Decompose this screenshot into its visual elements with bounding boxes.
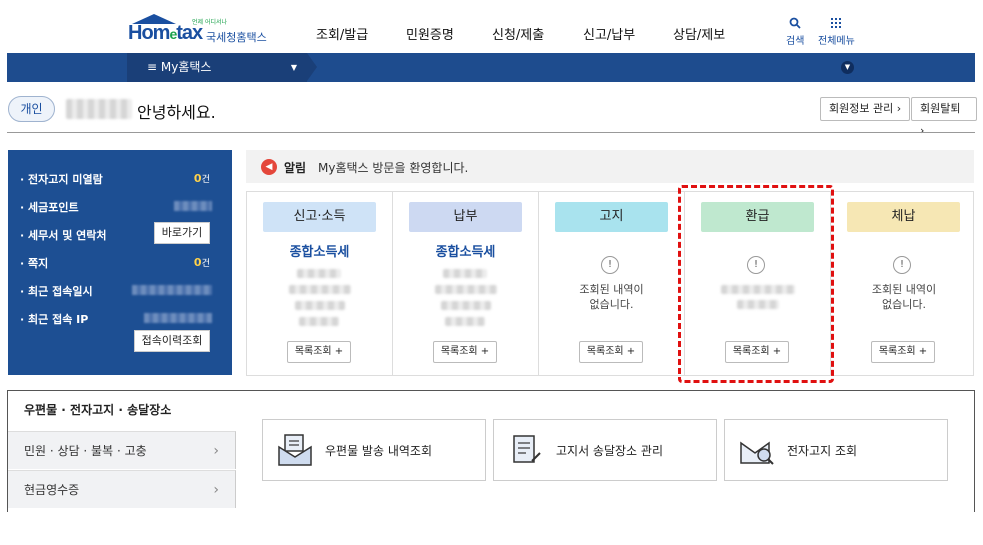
- user-type-badge: 개인: [8, 96, 55, 122]
- member-info-button[interactable]: 회원정보 관리 ›: [820, 97, 911, 121]
- unread-count[interactable]: 0건: [194, 171, 210, 185]
- card-title: 납부: [409, 202, 522, 232]
- card-title: 신고·소득: [263, 202, 376, 232]
- logo-brand-e: e: [169, 26, 177, 42]
- envelope-doc-icon: [277, 433, 313, 467]
- memo-count-value: 0: [193, 256, 202, 269]
- grid-icon: [818, 17, 855, 32]
- service-electronic-notice[interactable]: 전자고지 조회: [724, 419, 948, 481]
- side-menu-civil[interactable]: 민원 · 상담 · 불복 · 고충 ›: [8, 431, 236, 469]
- divider: [7, 132, 975, 133]
- notice-label: 알림: [284, 161, 307, 175]
- redacted-line: [299, 317, 339, 326]
- card-tax-name[interactable]: 종합소득세: [393, 241, 538, 260]
- redacted-line: [297, 269, 341, 278]
- info-icon: !: [893, 256, 911, 274]
- caret-down-icon: ▼: [290, 63, 297, 72]
- list-view-button[interactable]: 목록조회 +: [433, 341, 497, 363]
- menu-report-pay[interactable]: 신고/납부: [583, 24, 635, 43]
- search-icon: [786, 17, 804, 32]
- hometax-logo[interactable]: 언제 어디서나 Hometax 국세청홈택스: [128, 14, 268, 50]
- menu-inquiry-issue[interactable]: 조회/발급: [316, 24, 368, 43]
- redacted-line: [443, 269, 487, 278]
- card-tax-name[interactable]: 종합소득세: [247, 241, 392, 260]
- notice-message: My홈택스 방문을 환영합니다.: [318, 161, 469, 175]
- redacted-line: [441, 301, 491, 310]
- document-pen-icon: [508, 433, 544, 467]
- mail-notice-section: 우편물 · 전자고지 · 송달장소 민원 · 상담 · 불복 · 고충 › 현금…: [7, 390, 975, 512]
- breadcrumb-arrow: [307, 53, 317, 81]
- redacted-line: [295, 301, 345, 310]
- service-delivery-address[interactable]: 고지서 송달장소 관리: [493, 419, 717, 481]
- all-menu-label: 전체메뉴: [818, 36, 855, 47]
- side-menu-cash-receipt[interactable]: 현금영수증 ›: [8, 470, 236, 508]
- search-button[interactable]: 검색: [786, 17, 804, 47]
- tax-agent-label: 세무서 및 연락처: [20, 227, 107, 243]
- greeting-text: 안녕하세요.: [137, 103, 216, 122]
- my-hometax-dropdown[interactable]: ≡ My홈택스 ▼: [127, 53, 307, 82]
- chevron-right-icon: ›: [213, 482, 219, 498]
- user-info-panel: 전자고지 미열람 0건 세금포인트 세무서 및 연락처 바로가기 쪽지 0건 최…: [8, 150, 232, 375]
- shortcut-button[interactable]: 바로가기: [154, 222, 210, 244]
- access-history-button[interactable]: 접속이력조회: [134, 330, 210, 352]
- speaker-icon: ◀: [261, 159, 277, 175]
- redacted-line: [445, 317, 485, 326]
- empty-message: 조회된 내역이 없습니다.: [579, 283, 644, 311]
- service-mail-history[interactable]: 우편물 발송 내역조회: [262, 419, 486, 481]
- tax-points-redacted: [174, 201, 212, 211]
- empty-message: 조회된 내역이 없습니다.: [871, 283, 937, 311]
- service-label: 고지서 송달장소 관리: [556, 444, 663, 458]
- menu-apply-submit[interactable]: 신청/제출: [492, 24, 544, 43]
- unread-label: 전자고지 미열람: [20, 171, 103, 187]
- card-notice: 고지 ! 조회된 내역이 없습니다. 목록조회 +: [539, 192, 685, 375]
- chevron-down-icon[interactable]: ▼: [841, 61, 854, 74]
- chevron-right-icon: ›: [213, 443, 219, 459]
- service-label: 전자고지 조회: [787, 444, 858, 458]
- menu-consult-report[interactable]: 상담/제보: [673, 24, 725, 43]
- card-title: 체납: [847, 202, 960, 232]
- all-menu-button[interactable]: 전체메뉴: [818, 17, 855, 47]
- side-menu-label: 민원 · 상담 · 불복 · 고충: [24, 444, 147, 458]
- side-menu-label: 현금영수증: [24, 483, 80, 497]
- list-view-button[interactable]: 목록조회 +: [871, 341, 935, 363]
- last-login-label: 최근 접속일시: [20, 283, 93, 299]
- refund-highlight-box: [678, 185, 834, 383]
- tab-mail-notice[interactable]: 우편물 · 전자고지 · 송달장소: [8, 391, 236, 429]
- unread-count-unit: 건: [201, 174, 210, 185]
- menu-civil-certificate[interactable]: 민원증명: [406, 24, 454, 43]
- redacted-line: [435, 285, 497, 294]
- card-arrears: 체납 ! 조회된 내역이 없습니다. 목록조회 +: [831, 192, 977, 375]
- list-view-button[interactable]: 목록조회 +: [287, 341, 351, 363]
- card-payment: 납부 종합소득세 목록조회 +: [393, 192, 539, 375]
- logo-subtitle: 국세청홈택스: [206, 31, 267, 44]
- redacted-line: [289, 285, 351, 294]
- tax-points-label: 세금포인트: [20, 199, 79, 215]
- card-report-income: 신고·소득 종합소득세 목록조회 +: [247, 192, 393, 375]
- user-name-redacted: [66, 99, 132, 119]
- withdraw-button[interactable]: 회원탈퇴 ›: [911, 97, 977, 137]
- logo-brand: Hometax: [128, 22, 203, 44]
- notice-bar: ◀ 알림 My홈택스 방문을 환영합니다.: [246, 150, 974, 183]
- status-cards: 신고·소득 종합소득세 목록조회 + 납부 종합소득세 목록조회 + 고지 ! …: [246, 191, 974, 376]
- memo-count[interactable]: 0건: [194, 255, 210, 269]
- navigation-bar: ≡ My홈택스 ▼ ▼: [7, 53, 975, 82]
- envelope-search-icon: [739, 433, 775, 467]
- list-view-button[interactable]: 목록조회 +: [579, 341, 643, 363]
- last-ip-label: 최근 접속 IP: [20, 311, 88, 327]
- card-title: 고지: [555, 202, 668, 232]
- memo-label: 쪽지: [20, 255, 48, 271]
- search-label: 검색: [786, 36, 805, 47]
- my-hometax-label: ≡ My홈택스: [147, 60, 212, 74]
- last-ip-redacted: [144, 313, 212, 323]
- memo-count-unit: 건: [201, 258, 210, 269]
- unread-count-value: 0: [193, 172, 202, 185]
- last-login-redacted: [132, 285, 212, 295]
- info-icon: !: [601, 256, 619, 274]
- service-label: 우편물 발송 내역조회: [325, 444, 432, 458]
